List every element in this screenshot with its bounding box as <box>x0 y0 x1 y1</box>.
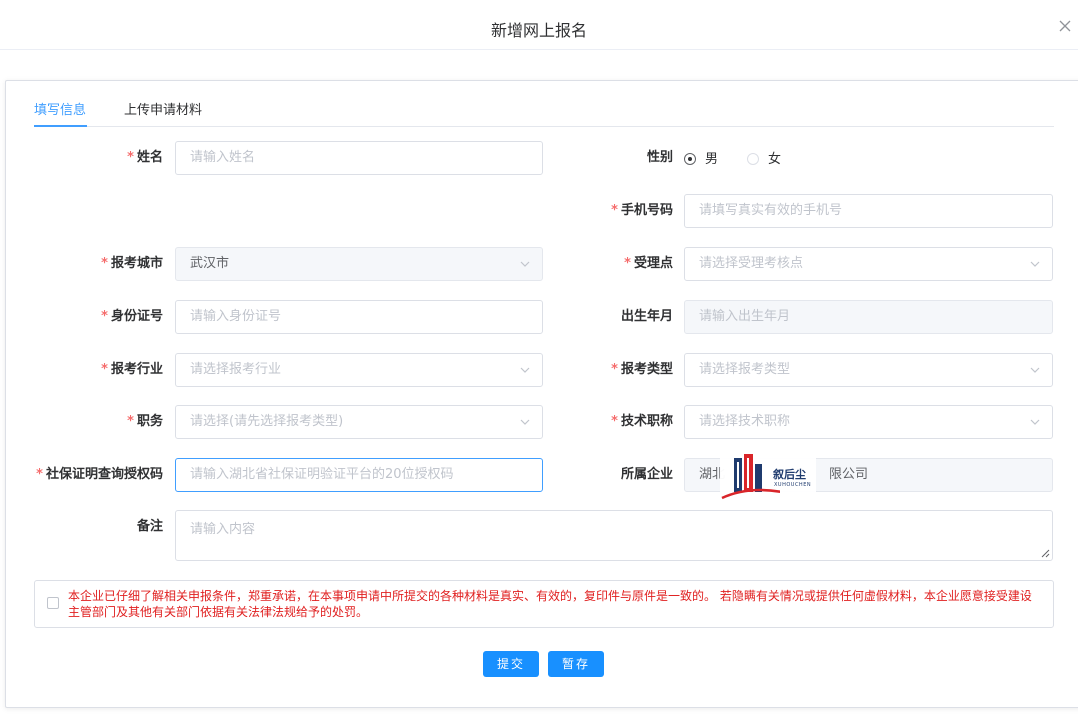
remark-label: 备注 <box>136 519 163 534</box>
exam-type-select-placeholder: 请选择报考类型 <box>699 362 791 377</box>
chevron-down-icon <box>1030 367 1040 373</box>
save-draft-button[interactable]: 暂存 <box>548 651 604 677</box>
name-label: * 姓名 <box>127 150 163 165</box>
form-card: 填写信息 上传申请材料 * 姓名 请输入姓名 性别 男 女 * 手机号码 请填写真实… <box>5 80 1078 708</box>
exam-type-select[interactable]: 请选择报考类型 <box>684 353 1053 387</box>
city-select[interactable]: 武汉市 <box>175 247 543 281</box>
required-mark: * <box>101 362 108 377</box>
remark-placeholder: 请输入内容 <box>190 522 256 537</box>
required-mark: * <box>101 309 108 324</box>
name-input[interactable]: 请输入姓名 <box>175 141 543 175</box>
city-label: * 报考城市 <box>101 256 163 271</box>
id-number-label: * 身份证号 <box>101 309 163 324</box>
chevron-down-icon <box>520 367 530 373</box>
submit-button[interactable]: 提交 <box>483 651 539 677</box>
required-mark: * <box>624 256 631 271</box>
site-select[interactable]: 请选择受理考核点 <box>684 247 1053 281</box>
chevron-down-icon <box>520 419 530 425</box>
close-icon[interactable] <box>1056 17 1074 35</box>
exam-type-label: * 报考类型 <box>611 362 673 377</box>
required-mark: * <box>127 414 134 429</box>
declaration-checkbox[interactable] <box>47 597 59 609</box>
radio-checked-icon <box>684 153 696 165</box>
required-mark: * <box>36 467 43 482</box>
dialog-title: 新增网上报名 <box>490 21 587 40</box>
chevron-down-icon <box>1030 261 1040 267</box>
required-mark: * <box>611 362 618 377</box>
company-label: 所属企业 <box>620 467 673 482</box>
position-select-placeholder: 请选择(请先选择报考类型) <box>190 414 344 429</box>
birth-label: 出生年月 <box>620 309 673 324</box>
watermark-logo: 叙后尘 XUHOUCHEN <box>720 452 816 502</box>
building-logo-icon <box>721 454 780 500</box>
phone-label: * 手机号码 <box>611 203 673 218</box>
city-select-value: 武汉市 <box>190 256 230 271</box>
tab-upload-materials[interactable]: 上传申请材料 <box>124 101 202 121</box>
gender-label: 性别 <box>646 150 673 165</box>
industry-select-placeholder: 请选择报考行业 <box>190 362 282 377</box>
phone-input[interactable]: 请填写真实有效的手机号 <box>684 194 1053 228</box>
tech-title-select[interactable]: 请选择技术职称 <box>684 405 1053 439</box>
required-mark: * <box>611 414 618 429</box>
radio-unchecked-icon <box>747 153 759 165</box>
position-select[interactable]: 请选择(请先选择报考类型) <box>175 405 543 439</box>
birth-input: 请输入出生年月 <box>684 300 1053 334</box>
site-label: * 受理点 <box>624 256 673 271</box>
position-label: * 职务 <box>127 414 163 429</box>
watermark-subtitle: XUHOUCHEN <box>774 482 812 488</box>
chevron-down-icon <box>520 261 530 267</box>
id-number-input[interactable]: 请输入身份证号 <box>175 300 543 334</box>
required-mark: * <box>101 256 108 271</box>
declaration-box: 本企业已仔细了解相关申报条件，郑重承诺，在本事项申请中所提交的各种材料是真实、有… <box>34 580 1054 628</box>
industry-label: * 报考行业 <box>101 362 163 377</box>
declaration-text: 本企业已仔细了解相关申报条件，郑重承诺，在本事项申请中所提交的各种材料是真实、有… <box>68 589 1032 619</box>
tab-bar: 填写信息 上传申请材料 <box>34 97 1054 127</box>
social-code-label: * 社保证明查询授权码 <box>36 467 163 482</box>
dialog-header: 新增网上报名 <box>0 0 1078 50</box>
site-select-placeholder: 请选择受理考核点 <box>699 256 804 271</box>
gender-radio-male[interactable]: 男 <box>684 150 718 170</box>
tab-active-indicator <box>34 125 87 127</box>
watermark-name: 叙后尘 <box>773 468 806 481</box>
required-mark: * <box>611 203 618 218</box>
resize-handle-icon[interactable] <box>1040 548 1050 558</box>
required-mark: * <box>127 150 134 165</box>
tab-fill-info[interactable]: 填写信息 <box>34 101 86 121</box>
industry-select[interactable]: 请选择报考行业 <box>175 353 543 387</box>
social-code-input[interactable]: 请输入湖北省社保证明验证平台的20位授权码 <box>175 458 543 492</box>
gender-radio-female[interactable]: 女 <box>747 150 781 170</box>
tech-title-select-placeholder: 请选择技术职称 <box>699 414 791 429</box>
remark-textarea[interactable]: 请输入内容 <box>175 510 1053 561</box>
tech-title-label: * 技术职称 <box>611 414 673 429</box>
chevron-down-icon <box>1030 419 1040 425</box>
company-value-suffix: 限公司 <box>829 467 869 482</box>
